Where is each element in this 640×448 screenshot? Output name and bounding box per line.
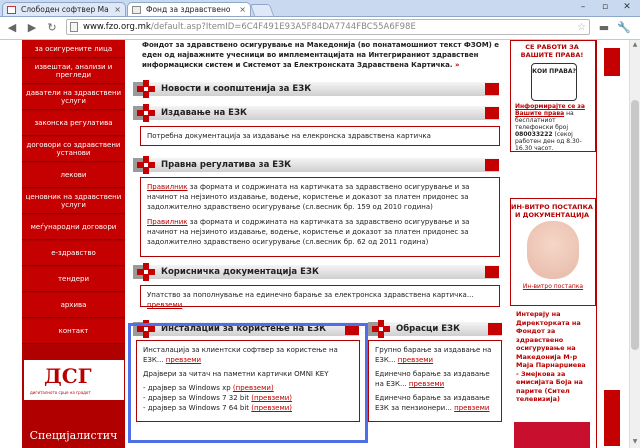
specialists-banner[interactable]: Специјалистич bbox=[22, 424, 125, 448]
section-legal[interactable]: Правна регулатива за ЕЗК bbox=[133, 156, 499, 174]
rights-link[interactable]: Информирајте се за Вашите права bbox=[515, 103, 585, 117]
logo-mark: ДСГ bbox=[44, 364, 92, 388]
forms-group: Групно барање за издавање на ЕЗК... прев… bbox=[375, 346, 492, 364]
close-window-icon[interactable]: ✕ bbox=[616, 1, 638, 13]
browser-tab-2[interactable]: Фонд за здравствено × bbox=[127, 2, 251, 16]
red-cross-icon bbox=[137, 80, 155, 98]
forms-box: Групно барање за издавање на ЕЗК... прев… bbox=[368, 340, 502, 422]
side-banner[interactable] bbox=[604, 390, 620, 446]
nav-item[interactable]: ценовник на здравствени услуги bbox=[22, 189, 125, 214]
gmail-icon bbox=[7, 6, 16, 14]
vertical-scrollbar[interactable]: ▲ ▼ bbox=[629, 40, 640, 448]
maximize-icon[interactable]: ▫ bbox=[594, 1, 616, 13]
legal-item-1: Правилник за формата и содржината на кар… bbox=[147, 183, 470, 211]
red-cross-icon bbox=[372, 320, 390, 338]
download-link[interactable]: превземи bbox=[398, 356, 433, 364]
extension-icon[interactable]: ▬ bbox=[596, 20, 612, 36]
share-icon[interactable] bbox=[604, 48, 620, 76]
regulation-link[interactable]: Правилник bbox=[147, 218, 188, 226]
forward-icon[interactable]: ▶ bbox=[24, 20, 40, 36]
bookmark-star-icon[interactable]: ☆ bbox=[577, 21, 586, 34]
wrench-icon[interactable]: 🔧 bbox=[616, 20, 632, 36]
right-strip bbox=[596, 40, 629, 448]
nav-item[interactable]: договори со здравствени установи bbox=[22, 137, 125, 162]
browser-tab-1[interactable]: Слободен софтвер Ма × bbox=[2, 2, 126, 16]
nav-item[interactable]: законска регулатива bbox=[22, 111, 125, 136]
close-icon[interactable]: × bbox=[239, 3, 246, 16]
tab-title: Фонд за здравствено bbox=[146, 5, 231, 14]
reload-icon[interactable]: ↻ bbox=[44, 20, 60, 36]
section-issuing[interactable]: Издавање на ЕЗК bbox=[133, 104, 499, 122]
address-bar[interactable]: www.fzo.org.mk/default.asp?ItemID=6C4F49… bbox=[66, 19, 590, 35]
red-cross-icon bbox=[137, 263, 155, 281]
back-icon[interactable]: ◀ bbox=[4, 20, 20, 36]
page-icon bbox=[132, 6, 141, 14]
minimize-icon[interactable]: – bbox=[572, 1, 594, 13]
new-tab-button[interactable] bbox=[249, 4, 275, 16]
red-cross-icon bbox=[137, 156, 155, 174]
userdoc-box: Упатство за пополнување на единечно бара… bbox=[140, 285, 500, 309]
nav-item[interactable]: за осигурените лица bbox=[22, 40, 125, 58]
invitro-box: ИН-ВИТРО ПОСТАПКА И ДОКУМЕНТАЦИЈА Ин-вит… bbox=[510, 198, 596, 306]
section-news[interactable]: Новости и соопштенија за ЕЗК bbox=[133, 80, 499, 98]
rights-badge[interactable]: КОИ ПРАВА? bbox=[531, 63, 577, 101]
tab-bar: Слободен софтвер Ма × Фонд за здравствен… bbox=[0, 0, 640, 17]
tab-title: Слободен софтвер Ма bbox=[21, 5, 109, 14]
interview-image[interactable] bbox=[514, 422, 590, 448]
scroll-thumb[interactable] bbox=[631, 100, 639, 350]
nav-item[interactable]: е-здравство bbox=[22, 241, 125, 266]
section-forms[interactable]: Обрасци ЕЗК bbox=[368, 320, 502, 338]
nav-item[interactable]: тендери bbox=[22, 267, 125, 292]
nav-item[interactable]: контакт bbox=[22, 319, 125, 344]
baby-image[interactable] bbox=[527, 221, 579, 279]
download-link[interactable]: превземи bbox=[409, 380, 444, 388]
nav-item[interactable]: лекови bbox=[22, 163, 125, 188]
download-link[interactable]: превземи bbox=[147, 301, 182, 309]
phone-number: 080033222 bbox=[515, 131, 553, 138]
rights-box: СЕ РАБОТИ ЗА ВАШИТЕ ПРАВА! КОИ ПРАВА? Ин… bbox=[510, 40, 596, 152]
forms-single: Единечно барање за издавање на ЕЗК... пр… bbox=[375, 370, 490, 388]
rights-info: Информирајте се за Вашите права на беспл… bbox=[515, 103, 585, 152]
issuing-text[interactable]: Потребна документација за издавање на ел… bbox=[147, 132, 431, 140]
invitro-heading: ИН-ВИТРО ПОСТАПКА И ДОКУМЕНТАЦИЈА bbox=[511, 203, 593, 219]
nav-item[interactable]: меѓународни договори bbox=[22, 215, 125, 240]
selection-highlight bbox=[128, 323, 368, 443]
intro-more-link[interactable]: » bbox=[455, 61, 460, 69]
download-link[interactable]: превземи bbox=[454, 404, 489, 412]
invitro-link[interactable]: Ин-витро постапка bbox=[511, 283, 595, 290]
section-userdoc[interactable]: Корисничка документација ЕЗК bbox=[133, 263, 499, 281]
forms-pension: Единечно барање за издавање ЕЗК за пензи… bbox=[375, 394, 490, 412]
nav-item[interactable]: даватели на здравствени услуги bbox=[22, 85, 125, 110]
url-path: /default.asp?ItemID=6C4F491E93A5F84DA774… bbox=[150, 22, 416, 32]
regulation-link[interactable]: Правилник bbox=[147, 183, 188, 191]
red-cross-icon bbox=[137, 104, 155, 122]
intro-text: Фондот за здравствено осигурување на Мак… bbox=[142, 41, 500, 69]
rights-heading: СЕ РАБОТИ ЗА ВАШИТЕ ПРАВА! bbox=[520, 43, 584, 59]
url-host: www.fzo.org.mk bbox=[83, 22, 151, 32]
page-icon bbox=[70, 22, 78, 32]
scroll-up-icon[interactable]: ▲ bbox=[631, 41, 639, 48]
page-viewport: за осигурените лица извештаи, анализи и … bbox=[0, 40, 629, 448]
logo-subtitle: дигиталното срце на градот bbox=[30, 390, 91, 395]
legal-box: Правилник за формата и содржината на кар… bbox=[140, 177, 500, 257]
interview-link[interactable]: Интервју на Директорката на Фондот за зд… bbox=[516, 310, 590, 404]
dsg-logo[interactable]: ДСГ дигиталното срце на градот bbox=[24, 360, 124, 400]
close-icon[interactable]: × bbox=[114, 3, 121, 16]
legal-item-2: Правилник за формата и содржината на кар… bbox=[147, 218, 470, 246]
nav-item[interactable]: извештаи, анализи и прегледи bbox=[22, 59, 125, 84]
browser-toolbar: ◀ ▶ ↻ www.fzo.org.mk/default.asp?ItemID=… bbox=[0, 17, 640, 40]
interview-box: Интервју на Директорката на Фондот за зд… bbox=[510, 310, 596, 448]
nav-item[interactable]: архива bbox=[22, 293, 125, 318]
scroll-down-icon[interactable]: ▼ bbox=[631, 438, 639, 445]
issuing-box: Потребна документација за издавање на ел… bbox=[140, 126, 500, 146]
